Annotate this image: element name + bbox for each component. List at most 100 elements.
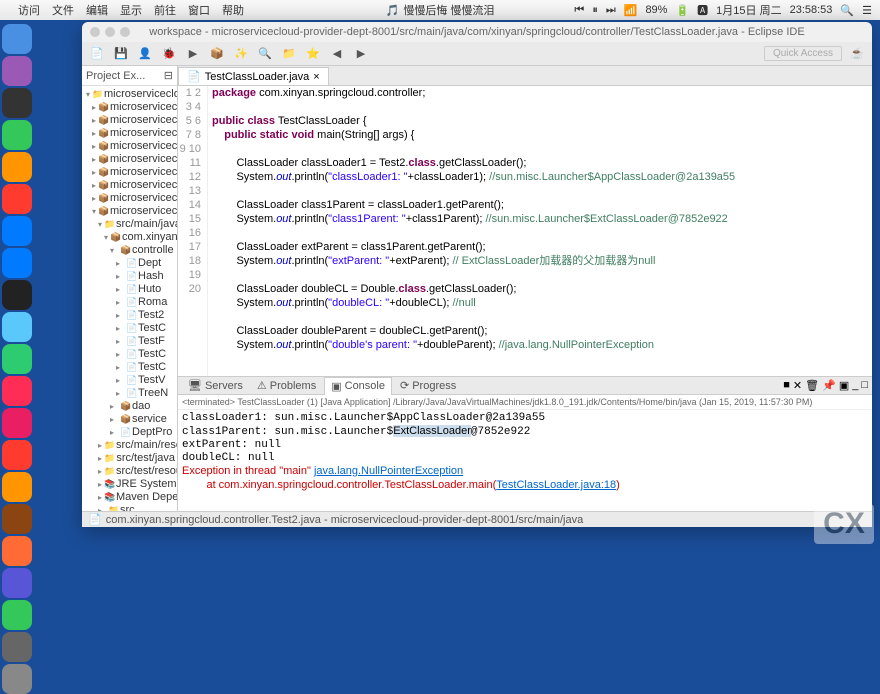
tree-item[interactable]: ▸📦microservicecloud (82, 127, 177, 140)
dock-item-4[interactable] (2, 152, 32, 182)
dock-item-16[interactable] (2, 536, 32, 566)
tree-item[interactable]: ▸📁src/test/java (82, 452, 177, 465)
menu-go[interactable]: 前往 (154, 2, 176, 18)
console-clear-icon[interactable]: 🗑 (805, 379, 819, 392)
tree-item[interactable]: ▸📁src/test/resour (82, 465, 177, 478)
tree-item[interactable]: ▾📁microservicecloud (82, 88, 177, 101)
dock-item-2[interactable] (2, 88, 32, 118)
tree-item[interactable]: ▸📄Roma (82, 296, 177, 309)
dock-item-6[interactable] (2, 216, 32, 246)
input-icon[interactable]: 🅰 (697, 2, 708, 18)
tree-item[interactable]: ▾📦controlle (82, 244, 177, 257)
tree-item[interactable]: ▸📦microservicecloud (82, 192, 177, 205)
dock-item-10[interactable] (2, 344, 32, 374)
tree-item[interactable]: ▸📦microservicecloud (82, 114, 177, 127)
dock-item-20[interactable] (2, 664, 32, 694)
tree-item[interactable]: ▸📄TestC (82, 361, 177, 374)
tree-item[interactable]: ▸📦microservicecloud (82, 101, 177, 114)
tree-item[interactable]: ▸📄TestC (82, 348, 177, 361)
console-min-icon[interactable]: _ (852, 379, 858, 392)
tab-progress[interactable]: ⟳Progress (394, 377, 462, 394)
media-prev-icon[interactable]: ⏮ (574, 4, 584, 17)
tree-item[interactable]: ▸📦service (82, 413, 177, 426)
menu-edit[interactable]: 编辑 (86, 2, 108, 18)
console-output[interactable]: classLoader1: sun.misc.Launcher$AppClass… (178, 410, 872, 511)
toolbar-forward-icon[interactable]: ▶ (352, 45, 370, 63)
dock-item-19[interactable] (2, 632, 32, 662)
tab-problems[interactable]: ⚠Problems (251, 377, 322, 394)
toolbar-save-icon[interactable]: 💾 (112, 45, 130, 63)
menu-visit[interactable]: 访问 (18, 2, 40, 18)
console-display-icon[interactable]: ▣ (839, 379, 849, 392)
tree-item[interactable]: ▾📦com.xinyan... (82, 231, 177, 244)
toolbar-user-icon[interactable]: 👤 (136, 45, 154, 63)
tree-item[interactable]: ▸📚JRE System Lit (82, 478, 177, 491)
tree-item[interactable]: ▸📄Dept (82, 257, 177, 270)
dock-item-9[interactable] (2, 312, 32, 342)
tree-item[interactable]: ▸📄TestV (82, 374, 177, 387)
tree-item[interactable]: ▾📦microservicecloud (82, 205, 177, 218)
editor-tab[interactable]: 📄 TestClassLoader.java × (178, 67, 329, 85)
dock-item-1[interactable] (2, 56, 32, 86)
tree-item[interactable]: ▸📄Test2 (82, 309, 177, 322)
perspective-java-icon[interactable]: ☕ (848, 45, 866, 63)
tree-item[interactable]: ▸📄DeptPro (82, 426, 177, 439)
tab-console[interactable]: ▣Console (324, 377, 392, 395)
toolbar-new-icon[interactable]: 📄 (88, 45, 106, 63)
wifi-icon[interactable]: 📶 (624, 4, 638, 17)
tree-item[interactable]: ▸📦microservicecloud (82, 140, 177, 153)
quick-access-input[interactable]: Quick Access (764, 46, 842, 61)
dock-item-11[interactable] (2, 376, 32, 406)
project-tree[interactable]: ▾📁microservicecloud▸📦microservicecloud▸📦… (82, 86, 177, 511)
traffic-lights[interactable] (90, 27, 130, 37)
toolbar-package-icon[interactable]: 📦 (208, 45, 226, 63)
dock-item-14[interactable] (2, 472, 32, 502)
tree-item[interactable]: ▸📄Huto (82, 283, 177, 296)
search-icon[interactable]: 🔍 (840, 4, 854, 17)
menu-file[interactable]: 文件 (52, 2, 74, 18)
dock-item-8[interactable] (2, 280, 32, 310)
tree-item[interactable]: ▸📚Maven Depend (82, 491, 177, 504)
dock-item-17[interactable] (2, 568, 32, 598)
dock-item-12[interactable] (2, 408, 32, 438)
tree-item[interactable]: ▸📦microservicecloud (82, 166, 177, 179)
tree-item[interactable]: ▸📄TestF (82, 335, 177, 348)
toolbar-debug-icon[interactable]: 🐞 (160, 45, 178, 63)
console-stop-icon[interactable]: ■ (783, 379, 790, 392)
tab-servers[interactable]: 🖥Servers (182, 377, 249, 394)
dock-item-3[interactable] (2, 120, 32, 150)
code-editor[interactable]: 1 2 3 4 5 6 7 8 9 10 11 12 13 14 15 16 1… (178, 86, 872, 376)
collapse-icon[interactable]: ⊟ (164, 69, 173, 82)
toolbar-folder-icon[interactable]: 📁 (280, 45, 298, 63)
dock-item-7[interactable] (2, 248, 32, 278)
dock-item-15[interactable] (2, 504, 32, 534)
battery-icon[interactable]: 🔋 (675, 4, 689, 17)
console-max-icon[interactable]: □ (861, 379, 868, 392)
close-icon[interactable]: × (313, 71, 319, 83)
toolbar-wand-icon[interactable]: ✨ (232, 45, 250, 63)
dock-item-0[interactable] (2, 24, 32, 54)
toolbar-task-icon[interactable]: ⭐ (304, 45, 322, 63)
notifications-icon[interactable]: ☰ (862, 4, 872, 17)
dock-item-5[interactable] (2, 184, 32, 214)
toolbar-back-icon[interactable]: ◀ (328, 45, 346, 63)
menu-window[interactable]: 窗口 (188, 2, 210, 18)
tree-item[interactable]: ▾📁src/main/java (82, 218, 177, 231)
dock-item-13[interactable] (2, 440, 32, 470)
tree-item[interactable]: ▸📦microservicecloud (82, 179, 177, 192)
console-remove-icon[interactable]: ✕ (793, 379, 802, 392)
dock-item-18[interactable] (2, 600, 32, 630)
menu-view[interactable]: 显示 (120, 2, 142, 18)
tree-item[interactable]: ▸📁src/main/resou (82, 439, 177, 452)
tree-item[interactable]: ▸📁src (82, 504, 177, 511)
console-pin-icon[interactable]: 📌 (822, 379, 836, 392)
tree-item[interactable]: ▸📄Hash (82, 270, 177, 283)
tree-item[interactable]: ▸📄TreeN (82, 387, 177, 400)
toolbar-run-icon[interactable]: ▶ (184, 45, 202, 63)
menu-help[interactable]: 帮助 (222, 2, 244, 18)
media-pause-icon[interactable]: ⏸ (592, 4, 598, 17)
tree-item[interactable]: ▸📦dao (82, 400, 177, 413)
toolbar-search-icon[interactable]: 🔍 (256, 45, 274, 63)
code-content[interactable]: package com.xinyan.springcloud.controlle… (208, 86, 872, 376)
tree-item[interactable]: ▸📦microservicecloud (82, 153, 177, 166)
